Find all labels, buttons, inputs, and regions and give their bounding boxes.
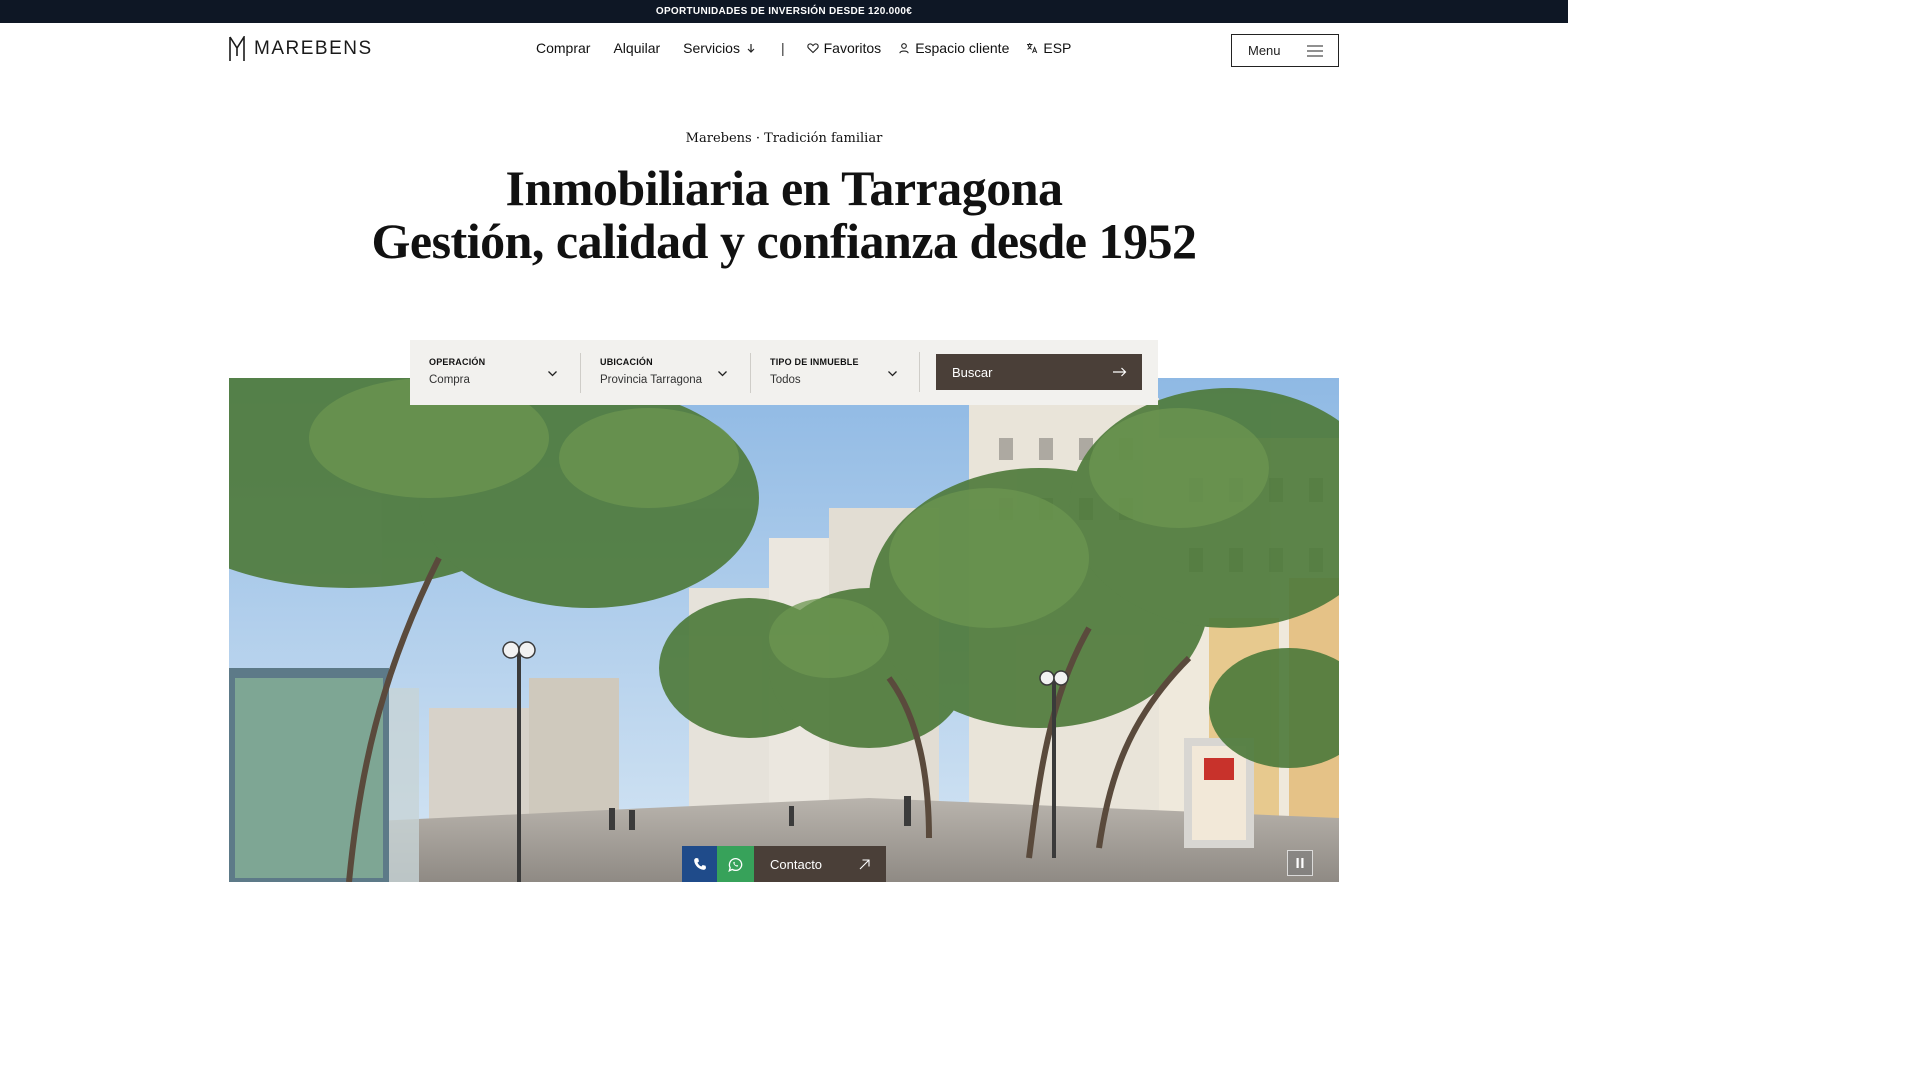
chevron-down-icon <box>888 370 897 376</box>
hero-street-scene <box>229 378 1339 882</box>
property-type-label: TIPO DE INMUEBLE <box>770 356 859 367</box>
logo-mark-icon <box>229 36 245 61</box>
chevron-down-icon <box>718 370 727 376</box>
operation-select[interactable]: OPERACIÓN Compra <box>410 353 580 393</box>
contact-button[interactable]: Contacto <box>754 846 886 882</box>
brand-name: MAREBENS <box>254 38 373 59</box>
nav-buy[interactable]: Comprar <box>536 40 590 56</box>
main-nav: Comprar Alquilar Servicios | Favoritos E… <box>536 40 1071 56</box>
chevron-down-icon <box>548 370 557 376</box>
site-header: MAREBENS Comprar Alquilar Servicios | Fa… <box>0 23 1568 83</box>
contact-button-label: Contacto <box>770 856 823 872</box>
hero-headline-line2: Gestión, calidad y confianza desde 1952 <box>371 213 1197 269</box>
hero-eyebrow: Marebens · Tradición familiar <box>685 131 883 146</box>
announcement-bar[interactable]: OPORTUNIDADES DE INVERSIÓN DESDE 120.000… <box>0 0 1568 23</box>
announcement-text[interactable]: OPORTUNIDADES DE INVERSIÓN DESDE 120.000… <box>656 6 912 17</box>
nav-services[interactable]: Servicios <box>683 40 757 56</box>
search-button-label: Buscar <box>952 364 993 380</box>
search-button[interactable]: Buscar <box>936 354 1142 390</box>
whatsapp-button[interactable] <box>717 846 754 882</box>
search-divider <box>919 352 920 392</box>
nav-language[interactable]: ESP <box>1026 40 1071 56</box>
arrow-up-right-icon <box>859 858 870 869</box>
operation-label: OPERACIÓN <box>429 356 486 367</box>
arrow-down-icon <box>747 44 755 53</box>
hero-headline: Inmobiliaria en Tarragona Gestión, calid… <box>0 162 1568 268</box>
location-select[interactable]: UBICACIÓN Provincia Tarragona <box>580 352 750 393</box>
pause-icon <box>1296 858 1304 868</box>
nav-separator: | <box>780 40 785 56</box>
property-search-panel: OPERACIÓN Compra UBICACIÓN Provincia Tar… <box>410 340 1158 405</box>
location-label: UBICACIÓN <box>600 356 653 367</box>
nav-language-label: ESP <box>1043 40 1072 56</box>
brand-logo[interactable]: MAREBENS <box>228 36 373 62</box>
hamburger-icon <box>1307 44 1323 57</box>
translate-icon <box>1027 43 1038 54</box>
phone-button[interactable] <box>682 846 717 882</box>
nav-rent[interactable]: Alquilar <box>613 40 660 56</box>
arrow-right-icon <box>1113 367 1127 377</box>
hero-video[interactable] <box>229 378 1339 882</box>
video-pause-button[interactable] <box>1287 850 1313 876</box>
user-icon <box>899 43 909 54</box>
nav-services-label: Servicios <box>683 40 740 56</box>
floating-contact-bar: Contacto <box>682 846 886 882</box>
nav-client-area-label: Espacio cliente <box>915 40 1010 56</box>
hero-headline-line1: Inmobiliaria en Tarragona <box>505 160 1063 216</box>
nav-client-area[interactable]: Espacio cliente <box>898 40 1009 56</box>
heart-icon <box>806 43 819 54</box>
nav-favorites-label: Favoritos <box>823 40 882 56</box>
menu-button-label: Menu <box>1248 43 1281 58</box>
menu-button[interactable]: Menu <box>1231 34 1339 67</box>
whatsapp-icon <box>728 857 743 872</box>
property-type-select[interactable]: TIPO DE INMUEBLE Todos <box>750 352 920 393</box>
nav-favorites[interactable]: Favoritos <box>806 40 882 56</box>
phone-icon <box>693 858 706 870</box>
